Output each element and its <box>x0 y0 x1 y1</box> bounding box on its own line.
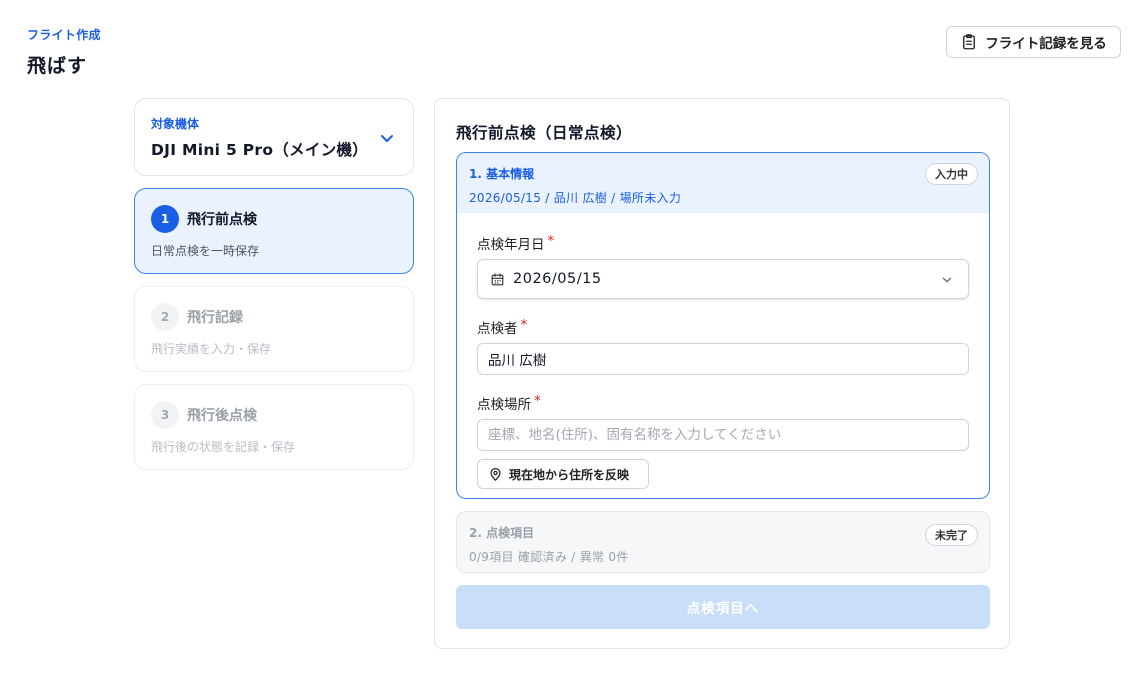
status-badge: 入力中 <box>925 163 978 185</box>
date-value: 2026/05/15 <box>513 271 602 287</box>
section-title: 2. 点検項目 <box>469 526 535 540</box>
step-number: 3 <box>151 401 179 429</box>
step-number: 2 <box>151 303 179 331</box>
step-subtitle: 飛行後の状態を記録・保存 <box>151 440 296 454</box>
required-mark: * <box>520 317 528 333</box>
step-title: 飛行記録 <box>187 310 243 326</box>
required-mark: * <box>534 393 541 409</box>
page-header: フライト作成 飛ばす <box>27 26 101 78</box>
basic-info-form: 点検年月日 * 2026/05/15 点検者 * 品川 広樹 点検場所 * 座標… <box>457 213 989 489</box>
inspector-label: 点検者 * <box>477 317 528 337</box>
page-title: 飛ばす <box>27 55 88 77</box>
section-summary: 0/9項目 確認済み / 異常 0件 <box>469 550 629 564</box>
inspection-items-section[interactable]: 2. 点検項目 0/9項目 確認済み / 異常 0件 未完了 <box>456 511 990 573</box>
use-current-location-button[interactable]: 現在地から住所を反映 <box>477 459 649 489</box>
step-title: 飛行前点検 <box>187 212 257 228</box>
view-flight-log-button[interactable]: フライト記録を見る <box>946 26 1121 58</box>
step-preflight-inspection[interactable]: 1 飛行前点検 日常点検を一時保存 <box>134 188 414 274</box>
chevron-down-icon <box>942 277 952 283</box>
required-mark: * <box>547 233 555 249</box>
step-number: 1 <box>151 205 179 233</box>
step-title: 飛行後点検 <box>187 408 257 424</box>
location-input[interactable] <box>477 419 969 451</box>
aircraft-label: 対象機体 <box>151 117 200 131</box>
aircraft-name: DJI Mini 5 Pro（メイン機） <box>151 141 369 159</box>
section-title: 1. 基本情報 <box>469 167 535 181</box>
location-label: 点検場所 * <box>477 393 541 413</box>
inspector-input[interactable] <box>477 343 969 375</box>
chevron-down-icon <box>381 135 393 142</box>
panel-title: 飛行前点検（日常点検） <box>456 124 633 142</box>
map-pin-icon <box>490 467 501 481</box>
go-to-inspection-items-button[interactable]: 点検項目へ <box>456 585 990 629</box>
use-current-location-label: 現在地から住所を反映 <box>509 467 630 482</box>
clipboard-icon <box>963 34 976 50</box>
step-subtitle: 飛行実績を入力・保存 <box>151 342 272 356</box>
step-postflight-inspection[interactable]: 3 飛行後点検 飛行後の状態を記録・保存 <box>134 384 414 470</box>
basic-info-section: 1. 基本情報 2026/05/15 / 品川 広樹 / 場所未入力 入力中 点… <box>456 152 990 499</box>
aircraft-selector[interactable]: 対象機体 DJI Mini 5 Pro（メイン機） <box>134 98 414 176</box>
status-badge: 未完了 <box>925 524 978 546</box>
date-label: 点検年月日 * <box>477 233 555 253</box>
step-subtitle: 日常点検を一時保存 <box>151 244 260 258</box>
calendar-icon <box>491 272 504 285</box>
view-flight-log-label: フライト記録を見る <box>985 36 1107 52</box>
step-flight-record[interactable]: 2 飛行記録 飛行実績を入力・保存 <box>134 286 414 372</box>
section-summary: 2026/05/15 / 品川 広樹 / 場所未入力 <box>469 191 682 205</box>
inspection-date-picker[interactable]: 2026/05/15 <box>477 259 969 299</box>
inspection-panel: 飛行前点検（日常点検） 1. 基本情報 2026/05/15 / 品川 広樹 /… <box>434 98 1010 649</box>
basic-info-header[interactable]: 1. 基本情報 2026/05/15 / 品川 広樹 / 場所未入力 入力中 <box>457 153 989 213</box>
left-column: 対象機体 DJI Mini 5 Pro（メイン機） 1 飛行前点検 日常点検を一… <box>134 98 414 470</box>
breadcrumb: フライト作成 <box>27 28 101 42</box>
